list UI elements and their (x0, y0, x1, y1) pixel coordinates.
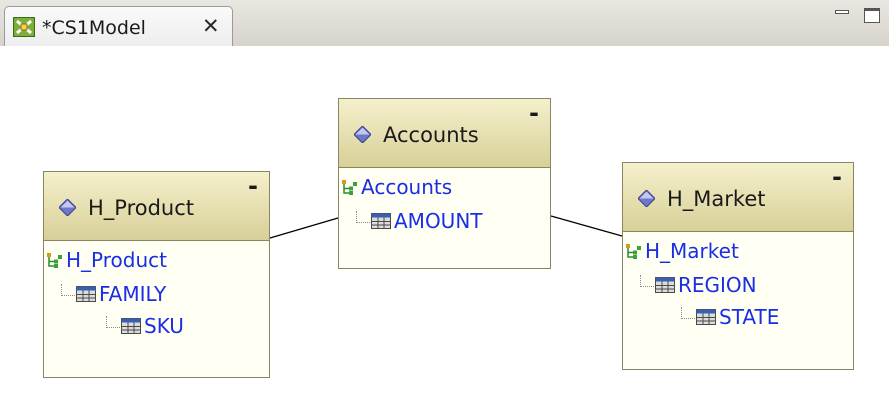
node-title: H_Product (88, 196, 195, 220)
node-h-product[interactable]: H_Product - H_Product FAMILY SKU (43, 171, 270, 378)
hierarchy-label: H_Market (645, 239, 739, 263)
collapse-button[interactable]: - (529, 99, 539, 127)
tree-connector (106, 316, 120, 328)
hierarchy-icon (626, 243, 641, 259)
level-table-icon (76, 286, 96, 302)
editor-tab-bar: *CS1Model ✕ (0, 0, 889, 47)
hierarchy-row[interactable]: H_Market (625, 237, 739, 265)
level-row[interactable]: SKU (106, 312, 184, 340)
dimension-gem-icon (354, 126, 371, 143)
level-row[interactable]: STATE (681, 303, 779, 331)
level-table-icon (371, 213, 391, 229)
node-title: H_Market (667, 187, 766, 211)
node-header: Accounts - (339, 99, 550, 168)
hierarchy-row[interactable]: H_Product (46, 246, 167, 274)
collapse-button[interactable]: - (832, 163, 842, 191)
dimension-gem-icon (59, 199, 76, 216)
level-row[interactable]: AMOUNT (356, 207, 483, 235)
hierarchy-icon (342, 179, 357, 195)
level-label: FAMILY (99, 282, 167, 306)
maximize-icon[interactable] (864, 8, 880, 23)
node-header: H_Product - (44, 172, 269, 241)
close-tab-button[interactable]: ✕ (202, 14, 220, 38)
hierarchy-icon (47, 252, 62, 268)
level-row[interactable]: FAMILY (61, 280, 166, 308)
level-table-icon (121, 318, 141, 334)
model-diagram-icon (13, 17, 35, 37)
model-editor: *CS1Model ✕ H_Product - H_Product FAMILY… (0, 0, 889, 419)
level-table-icon (696, 309, 716, 325)
level-row[interactable]: REGION (640, 271, 757, 299)
tree-connector (356, 211, 370, 223)
tree-connector (681, 307, 695, 319)
tree-connector (61, 284, 75, 296)
collapse-button[interactable]: - (248, 172, 258, 200)
tree-connector (640, 275, 654, 287)
diagram-canvas[interactable]: H_Product - H_Product FAMILY SKU Account… (0, 46, 889, 419)
node-h-market[interactable]: H_Market - H_Market REGION STATE (622, 162, 854, 370)
minimize-icon[interactable] (835, 10, 849, 14)
level-table-icon (655, 277, 675, 293)
node-accounts[interactable]: Accounts - Accounts AMOUNT (338, 98, 551, 269)
level-label: STATE (719, 305, 780, 329)
node-title: Accounts (383, 123, 479, 147)
dimension-gem-icon (638, 190, 655, 207)
connection-accounts-h-market[interactable] (550, 215, 623, 237)
connection-h-product-accounts[interactable] (269, 217, 339, 239)
level-label: AMOUNT (394, 209, 483, 233)
level-label: REGION (678, 273, 757, 297)
node-header: H_Market - (623, 163, 853, 232)
tab-title: *CS1Model (42, 17, 146, 39)
hierarchy-row[interactable]: Accounts (341, 173, 452, 201)
hierarchy-label: Accounts (361, 175, 453, 199)
tab-cs1model[interactable]: *CS1Model ✕ (4, 6, 233, 46)
hierarchy-label: H_Product (66, 248, 167, 272)
level-label: SKU (144, 314, 184, 338)
